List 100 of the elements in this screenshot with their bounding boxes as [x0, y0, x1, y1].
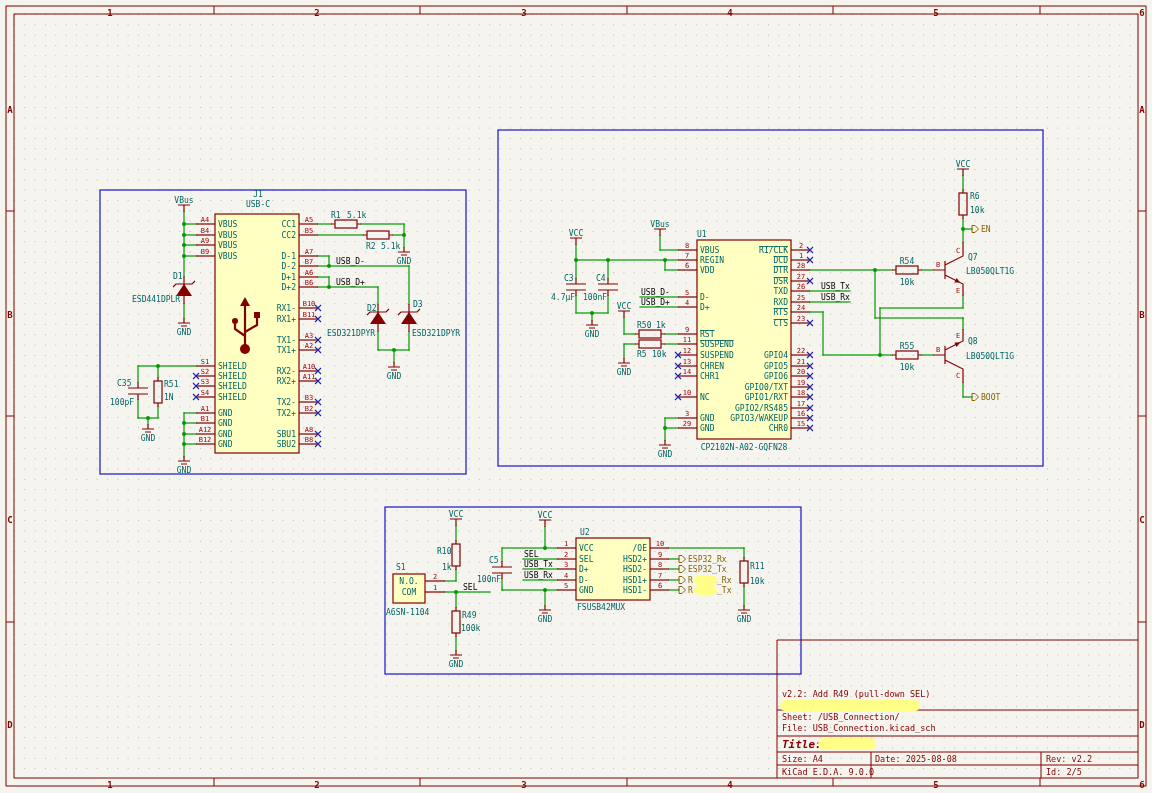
pin-name: RX1-	[276, 304, 296, 313]
value-label: 100pF	[110, 398, 135, 407]
pin-name: HSD2+	[622, 555, 647, 564]
pin-name: COM	[401, 588, 417, 597]
pin-name: DSR	[773, 277, 788, 286]
value-label: 10k	[899, 278, 915, 287]
global-label: ESP32_Tx	[678, 565, 727, 574]
pin-name: SBU2	[276, 440, 296, 449]
pin-name: D+	[700, 303, 710, 312]
power-label: GND	[657, 450, 673, 459]
pin-name: D-	[579, 576, 589, 585]
frame-marker: 3	[521, 779, 527, 790]
frame-marker: 2	[314, 7, 320, 18]
value-label: 10k	[970, 206, 985, 215]
pin-name: TX2-	[276, 398, 296, 407]
pin-name: TXD	[773, 287, 788, 296]
value-label: 10k	[899, 363, 915, 372]
reference-label: C35	[117, 379, 132, 388]
frame-marker: D	[1139, 719, 1145, 730]
pin-name: CHREN	[700, 362, 725, 371]
pin-name: GPIO3/WAKEUP	[730, 414, 788, 423]
pin-name: RTS	[773, 308, 788, 317]
value-label: A6SN-1104	[386, 608, 430, 617]
power-label: VCC	[616, 302, 632, 311]
value-label: 1k	[442, 563, 452, 572]
pin-name: GPIO4	[763, 351, 788, 360]
pin-name: GPIO6	[763, 372, 788, 381]
frame-marker: B	[7, 309, 13, 320]
power-label: VCC	[448, 510, 464, 519]
power-label: VBus	[650, 220, 670, 229]
frame-marker: B	[1139, 309, 1145, 320]
net-label: USB_D+	[641, 298, 670, 307]
pin-name: VBUS	[218, 231, 238, 240]
reference-label: R6	[970, 192, 980, 201]
power-label: GND	[584, 330, 600, 339]
reference-label: R1	[331, 211, 341, 220]
power-label: VCC	[537, 511, 553, 520]
pin-name: SHIELD	[218, 362, 247, 371]
net-label: SEL	[463, 583, 478, 592]
pin-name: GPIO0/TXT	[744, 383, 788, 392]
pin-name: GND	[579, 586, 594, 595]
pin-name: RST	[700, 330, 715, 339]
value-label: CP2102N-A02-GQFN28	[700, 443, 788, 452]
power-label: GND	[736, 615, 752, 624]
pin-name: SUSPEND	[700, 340, 734, 349]
value-label: 5.1k	[347, 211, 367, 220]
frame-marker: 3	[521, 7, 527, 18]
value-label: LB050QLT1G	[966, 352, 1015, 361]
reference-label: C3	[564, 274, 574, 283]
pin-name: SHIELD	[218, 382, 247, 391]
pin-name: VBUS	[218, 252, 238, 261]
power-label: GND	[448, 660, 464, 669]
power-label: GND	[386, 372, 402, 381]
power-label: VCC	[955, 160, 971, 169]
value-label: 5.1k	[381, 242, 401, 251]
pin-name: TX2+	[276, 409, 296, 418]
net-label: USB_D-	[641, 288, 670, 297]
reference-label: C5	[489, 556, 499, 565]
pin-name: D-1	[281, 252, 296, 261]
pin-name: D-	[700, 293, 710, 302]
pin-name: GND	[700, 414, 715, 423]
reference-label: D3	[413, 300, 423, 309]
net-label: USB_Tx	[524, 560, 553, 569]
global-label: ESP32_Rx	[678, 555, 727, 564]
pin-name: SUSPEND	[700, 351, 734, 360]
pin-name: RX2+	[276, 377, 296, 386]
power-label: GND	[140, 434, 156, 443]
net-label: USB_Rx	[821, 293, 850, 302]
pin-name: GND	[218, 419, 233, 428]
global-label: R	[678, 586, 693, 595]
power-label: GND	[537, 615, 553, 624]
pin-name: D-2	[281, 262, 296, 271]
pin-name: GND	[218, 440, 233, 449]
pin-name: HSD2-	[622, 565, 647, 574]
reference-label: C4	[596, 274, 606, 283]
pin-name: CHR0	[768, 424, 788, 433]
pin-name: GND	[218, 430, 233, 439]
value-label: 4.7µF	[551, 293, 576, 302]
pin-name: HSD1-	[622, 586, 647, 595]
reference-label: S1	[396, 563, 406, 572]
value-label: 1N	[164, 393, 174, 402]
power-label: GND	[396, 257, 412, 266]
global-label: EN	[971, 225, 991, 234]
net-label: SEL	[524, 550, 539, 559]
reference-label: D2	[367, 304, 377, 313]
pin-name: N.O.	[399, 577, 419, 586]
reference-label: R54	[899, 257, 915, 266]
reference-label: U2	[580, 528, 590, 537]
value-label: 10k	[750, 577, 765, 586]
power-label: VCC	[568, 229, 584, 238]
frame-marker: A	[7, 104, 13, 115]
pin-name: CTS	[773, 319, 788, 328]
pin-name: SBU1	[276, 430, 296, 439]
pin-name: SHIELD	[218, 393, 247, 402]
value-label: USB-C	[245, 200, 271, 209]
pin-name: REGIN	[700, 256, 725, 265]
frame-marker: 4	[727, 779, 733, 790]
power-label: VBus	[174, 196, 194, 205]
pin-name: VCC	[579, 544, 594, 553]
pin-name: TX1-	[276, 336, 296, 345]
